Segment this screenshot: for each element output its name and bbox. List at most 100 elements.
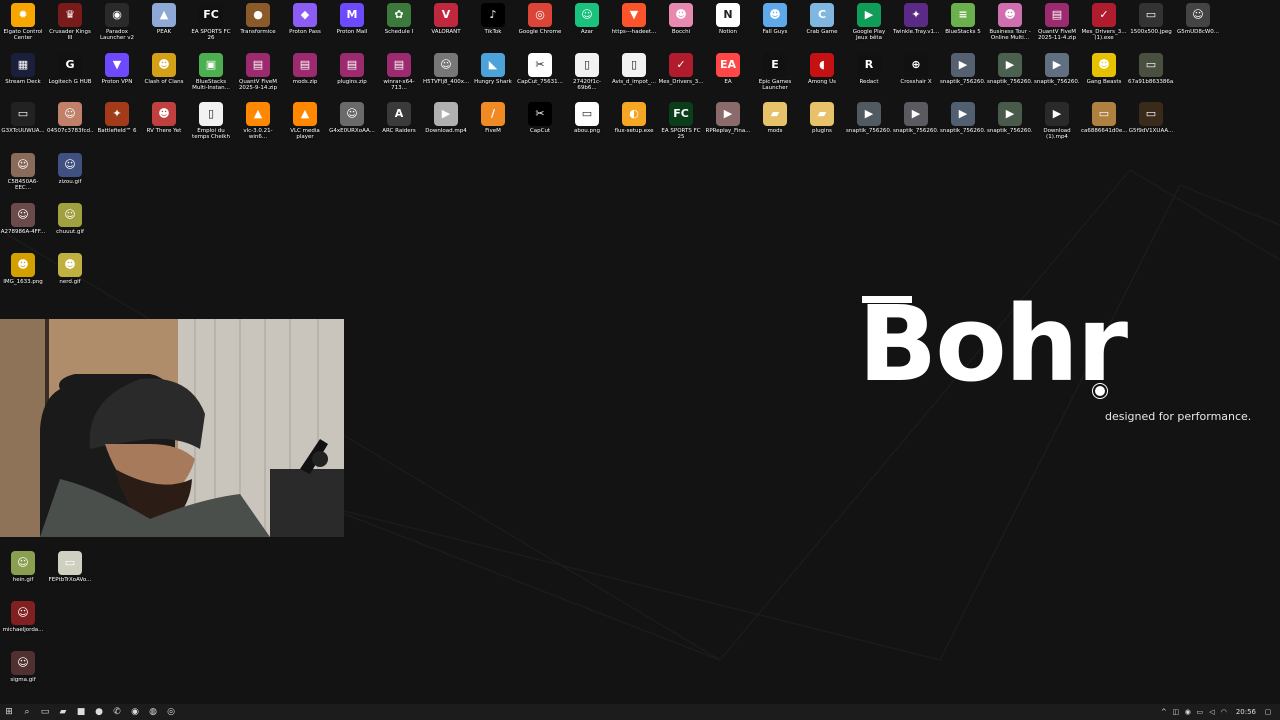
app-red-button[interactable]: ■ — [72, 704, 90, 720]
desktop-icon[interactable]: ☺ zizou.gif — [47, 150, 93, 198]
desktop-icon[interactable]: ▶ snaptik_756260... — [1034, 50, 1080, 98]
desktop-icon[interactable]: ✂ CapCut — [517, 99, 563, 147]
desktop-icon[interactable]: ☻ Bocchi — [658, 0, 704, 48]
desktop-icon[interactable]: ▲ VLC media player — [282, 99, 328, 147]
desktop-icon[interactable]: FC EA SPORTS FC 25 — [658, 99, 704, 147]
desktop-icon[interactable]: ▰ mods — [752, 99, 798, 147]
desktop-icon[interactable]: ▤ QuantV FiveM 2025-9-14.zip — [235, 50, 281, 98]
network-icon[interactable]: ◫ — [1172, 708, 1180, 716]
desktop-icon[interactable]: ▲ PEAK — [141, 0, 187, 48]
desktop-icon[interactable]: ✓ Mes_Drivers_3... (1).exe — [1081, 0, 1127, 48]
desktop-icon[interactable]: ☺ G4xE0URXoAA... — [329, 99, 375, 147]
desktop-icon[interactable]: ♛ Crusader Kings III — [47, 0, 93, 48]
desktop-icon[interactable]: ☺ A278986A-4FF... — [0, 200, 46, 248]
discord-button[interactable]: ◍ — [144, 704, 162, 720]
desktop-icon[interactable]: ▶ snaptik_756260... — [940, 50, 986, 98]
desktop-icon[interactable]: R Redact — [846, 50, 892, 98]
desktop-icon[interactable]: G Logitech G HUB — [47, 50, 93, 98]
desktop-icon[interactable]: ☻ RV There Yet — [141, 99, 187, 147]
desktop-icon[interactable]: E Epic Games Launcher — [752, 50, 798, 98]
desktop-icon[interactable]: ☺ C5B450A6-EEC... — [0, 150, 46, 198]
desktop-icon[interactable]: ▶ Download (1).mp4 — [1034, 99, 1080, 147]
battery-icon[interactable]: ▭ — [1196, 708, 1204, 716]
desktop-icon[interactable]: ✂ CapCut_75631... — [517, 50, 563, 98]
desktop-icon[interactable]: FC EA SPORTS FC 26 — [188, 0, 234, 48]
wifi-icon[interactable]: ◠ — [1220, 708, 1228, 716]
search-button[interactable]: ⌕ — [18, 704, 36, 720]
desktop-icon[interactable]: ☺ hein.gif — [0, 548, 46, 596]
desktop-icon[interactable]: ▶ snaptik_756260... — [987, 99, 1033, 147]
desktop-icon[interactable]: N Notion — [705, 0, 751, 48]
app-blue-button[interactable]: ● — [90, 704, 108, 720]
desktop-icon[interactable]: ✦ Battlefield™ 6 — [94, 99, 140, 147]
desktop-icon[interactable]: ☻ IMG_1633.png — [0, 250, 46, 298]
desktop-icon[interactable]: EA EA — [705, 50, 751, 98]
desktop-icon[interactable]: ▤ mods.zip — [282, 50, 328, 98]
desktop-icon[interactable]: ▭ abou.png — [564, 99, 610, 147]
desktop-icon[interactable]: ▶ snaptik_756260... — [940, 99, 986, 147]
task-view-button[interactable]: ▭ — [36, 704, 54, 720]
desktop-icon[interactable]: ◎ Google Chrome — [517, 0, 563, 48]
desktop-icon[interactable]: ▼ https---hadeet... — [611, 0, 657, 48]
desktop-icon[interactable]: ▭ G3XTcUUWUA... — [0, 99, 46, 147]
desktop-icon[interactable]: A ARC Raiders — [376, 99, 422, 147]
chevron-up-icon[interactable]: ^ — [1160, 708, 1168, 716]
desktop-icon[interactable]: ◆ Proton Pass — [282, 0, 328, 48]
desktop-icon[interactable]: ▶ Download.mp4 — [423, 99, 469, 147]
file-explorer-button[interactable]: ▰ — [54, 704, 72, 720]
desktop-icon[interactable]: ▤ QuantV FiveM 2025-11-4.zip — [1034, 0, 1080, 48]
desktop-icon[interactable]: ▼ Proton VPN — [94, 50, 140, 98]
desktop-icon[interactable]: ♪ TikTok — [470, 0, 516, 48]
desktop-icon[interactable]: V VALORANT — [423, 0, 469, 48]
start-button[interactable]: ⊞ — [0, 704, 18, 720]
desktop-icon[interactable]: ☺ michaeljorda... — [0, 598, 46, 646]
desktop-icon[interactable]: / FiveM — [470, 99, 516, 147]
desktop-icon[interactable]: ☻ Gang Beasts — [1081, 50, 1127, 98]
desktop-icon[interactable]: ▰ plugins — [799, 99, 845, 147]
desktop-icon[interactable]: ☺ Azar — [564, 0, 610, 48]
desktop-icon[interactable]: ▭ 1500x500.jpeg — [1128, 0, 1174, 48]
desktop-icon[interactable]: ▶ RPReplay_Fina... — [705, 99, 751, 147]
desktop-icon[interactable]: ▦ Stream Deck — [0, 50, 46, 98]
desktop-icon[interactable]: ◣ Hungry Shark — [470, 50, 516, 98]
desktop-icon[interactable]: ▭ FEPtbTrXoAVo... — [47, 548, 93, 596]
desktop-icon[interactable]: ▣ BlueStacks Multi-Instan... — [188, 50, 234, 98]
desktop-icon[interactable]: ▤ winrar-x64-713... — [376, 50, 422, 98]
desktop-icon[interactable]: ☻ Fall Guys — [752, 0, 798, 48]
spotify-button[interactable]: ◉ — [126, 704, 144, 720]
desktop-icon[interactable]: ▶ snaptik_756260... — [987, 50, 1033, 98]
desktop-icon[interactable]: ● Transformice — [235, 0, 281, 48]
desktop-icon[interactable]: ☻ Business Tour - Online Multi... — [987, 0, 1033, 48]
desktop-icon[interactable]: ◐ flux-setup.exe — [611, 99, 657, 147]
desktop-icon[interactable]: ▶ Google Play Jeux bêta — [846, 0, 892, 48]
desktop-icon[interactable]: ▯ Emploi du temps Cheikh Soufian... — [188, 99, 234, 147]
desktop-icon[interactable]: ☺ H5TVFlj8_400x... — [423, 50, 469, 98]
obs-button[interactable]: ◎ — [162, 704, 180, 720]
desktop-icon[interactable]: ✦ Twinkle.Tray.v1... — [893, 0, 939, 48]
desktop-icon[interactable]: ▭ G5f9dV1XUAA... — [1128, 99, 1174, 147]
notification-icon[interactable]: ▢ — [1264, 708, 1272, 716]
desktop-icon[interactable]: ◉ Paradox Launcher v2 — [94, 0, 140, 48]
desktop-icon[interactable]: ▯ 27420f1c-69b6... — [564, 50, 610, 98]
desktop-icon[interactable]: ☺ sigma.gif — [0, 648, 46, 696]
desktop-icon[interactable]: ✿ Schedule I — [376, 0, 422, 48]
desktop-icon[interactable]: ✹ Elgato Control Center — [0, 0, 46, 48]
tray-clock[interactable]: 20:56 — [1236, 708, 1256, 716]
desktop-icon[interactable]: ☺ chuuut.gif — [47, 200, 93, 248]
desktop-icon[interactable]: ▯ Avis_d_impot_... — [611, 50, 657, 98]
volume-icon[interactable]: ◁ — [1208, 708, 1216, 716]
app-tray-icon[interactable]: ◉ — [1184, 708, 1192, 716]
desktop-icon[interactable]: ⊕ Crosshair X — [893, 50, 939, 98]
desktop-icon[interactable]: C Crab Game — [799, 0, 845, 48]
desktop-icon[interactable]: ≡ BlueStacks 5 — [940, 0, 986, 48]
desktop-icon[interactable]: ☻ Clash of Clans — [141, 50, 187, 98]
desktop-icon[interactable]: ✓ Mes_Drivers_3... — [658, 50, 704, 98]
desktop-icon[interactable]: ◖ Among Us — [799, 50, 845, 98]
desktop-icon[interactable]: ▶ snaptik_756260... — [893, 99, 939, 147]
desktop-icon[interactable]: ☻ nerd.gif — [47, 250, 93, 298]
whatsapp-button[interactable]: ✆ — [108, 704, 126, 720]
desktop-icon[interactable]: ☺ 04507c3783fcd... — [47, 99, 93, 147]
desktop-icon[interactable]: ▤ plugins.zip — [329, 50, 375, 98]
desktop-icon[interactable]: ▭ ca6886641d0e... — [1081, 99, 1127, 147]
desktop-icon[interactable]: ▭ 67a91b863386a... — [1128, 50, 1174, 98]
